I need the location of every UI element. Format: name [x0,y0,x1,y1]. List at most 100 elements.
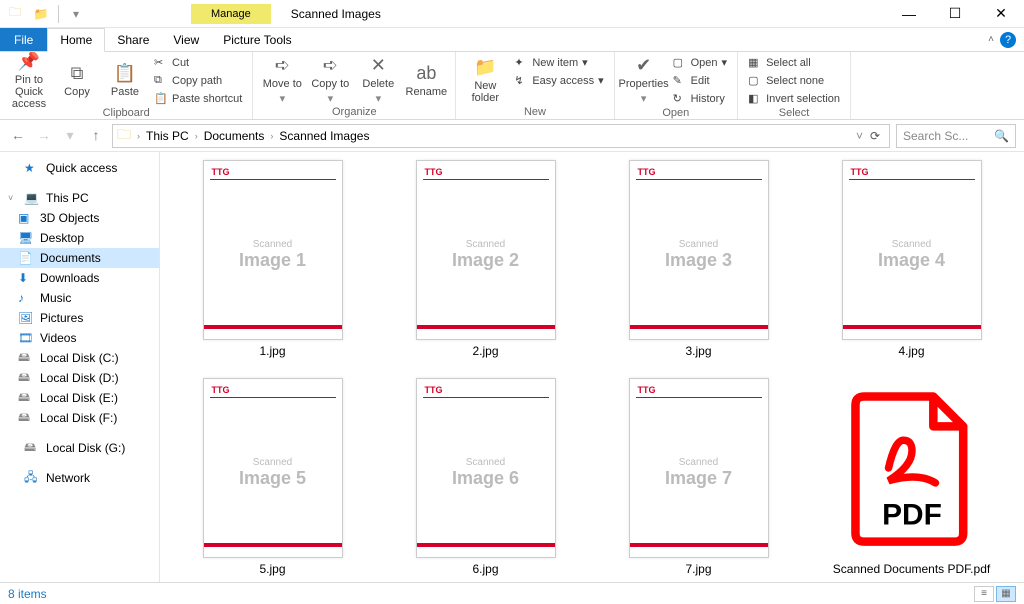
breadcrumb-item[interactable]: Documents [204,129,265,143]
chevron-right-icon[interactable]: › [133,131,144,141]
drive-icon: 🖴 [18,388,34,409]
thumbnails-view-button[interactable]: ▦ [996,586,1016,602]
properties-button[interactable]: ✔Properties▾ [621,54,667,106]
select-all-button[interactable]: ▦Select all [744,54,844,71]
sidebar-item-3d-objects[interactable]: ▣3D Objects [0,208,159,228]
sidebar-item-this-pc[interactable]: ˅ 💻 This PC [0,188,159,208]
file-item[interactable]: TTG Scanned Image 5 5.jpg [176,378,369,576]
breadcrumb-dropdown-icon[interactable]: ˅ [856,129,863,143]
move-to-button[interactable]: ➪Move to▾ [259,54,305,106]
search-input[interactable]: Search Sc... 🔍 [896,124,1016,148]
close-button[interactable]: ✕ [978,0,1024,28]
sidebar-item-quick-access[interactable]: ★ Quick access [0,158,159,178]
file-item[interactable]: TTG Scanned Image 6 6.jpg [389,378,582,576]
sidebar-item-local-disk-e[interactable]: 🖴Local Disk (E:) [0,388,159,408]
tab-home[interactable]: Home [47,28,105,52]
invert-selection-button[interactable]: ◧Invert selection [744,90,844,107]
sidebar-item-downloads[interactable]: ⬇Downloads [0,268,159,288]
context-tab-manage[interactable]: Manage [191,4,271,24]
file-item[interactable]: TTG Scanned Image 2 2.jpg [389,160,582,358]
thumb-text-small: Scanned [204,239,342,250]
thumb-text-small: Scanned [630,239,768,250]
file-name-label: 7.jpg [685,562,711,576]
forward-button[interactable]: → [34,127,54,144]
thumb-text-big: Image 3 [630,250,768,271]
minimize-button[interactable]: — [886,0,932,28]
drive-icon: 🖴 [18,408,34,429]
tab-picture-tools[interactable]: Picture Tools [211,28,303,51]
sidebar-item-local-disk-c[interactable]: 🖴Local Disk (C:) [0,348,159,368]
chevron-down-icon[interactable]: ˅ [8,193,18,203]
tab-share[interactable]: Share [105,28,161,51]
ribbon-collapse-icon[interactable]: ˄ [988,34,994,45]
tab-view[interactable]: View [161,28,211,51]
maximize-button[interactable]: ☐ [932,0,978,28]
up-button[interactable]: ↑ [86,127,106,144]
file-item[interactable]: TTG Scanned Image 7 7.jpg [602,378,795,576]
properties-icon: ✔ [636,55,651,76]
sidebar-item-videos[interactable]: 🎞Videos [0,328,159,348]
folder-icon[interactable]: 🗀 [4,3,26,25]
thumb-brand: TTG [425,385,443,395]
file-item[interactable]: TTG Scanned Image 3 3.jpg [602,160,795,358]
folder2-icon[interactable]: 📁 [30,3,52,25]
chevron-right-icon[interactable]: › [191,131,202,141]
group-label: Open [621,107,731,121]
sidebar-item-documents[interactable]: 📄Documents [0,248,159,268]
sidebar-item-music[interactable]: ♪Music [0,288,159,308]
sidebar-item-desktop[interactable]: 🖥Desktop [0,228,159,248]
thumb-text-big: Image 7 [630,468,768,489]
qat-dropdown-icon[interactable]: ▾ [65,3,87,25]
drive-icon: 🖴 [18,368,34,389]
thumb-brand: TTG [212,167,230,177]
back-button[interactable]: ← [8,127,28,144]
group-label: New [462,106,607,120]
drive-icon: 🖴 [18,348,34,369]
details-view-button[interactable]: ≡ [974,586,994,602]
file-item-pdf[interactable]: PDF Scanned Documents PDF.pdf [815,378,1008,576]
breadcrumb-item[interactable]: Scanned Images [279,129,369,143]
select-none-button[interactable]: ▢Select none [744,72,844,89]
easy-access-icon: ↯ [514,74,528,87]
sidebar-item-pictures[interactable]: 🖼Pictures [0,308,159,328]
new-item-button[interactable]: ✦New item ▾ [510,54,607,71]
pin-to-quick-access-button[interactable]: 📌 Pin to Quick access [6,54,52,106]
sidebar-item-local-disk-f[interactable]: 🖴Local Disk (F:) [0,408,159,428]
breadcrumb[interactable]: 🗀 › This PC › Documents › Scanned Images… [112,124,890,148]
edit-button[interactable]: ✎Edit [669,72,731,89]
file-thumbnail: TTG Scanned Image 7 [629,378,769,558]
thumb-text-big: Image 4 [843,250,981,271]
chevron-right-icon[interactable]: › [266,131,277,141]
select-none-icon: ▢ [748,74,762,87]
new-folder-button[interactable]: 📁New folder [462,54,508,106]
sidebar-item-network[interactable]: 🖧Network [0,468,159,488]
delete-button[interactable]: ✕Delete▾ [355,54,401,106]
sidebar-item-local-disk-g[interactable]: 🖴Local Disk (G:) [0,438,159,458]
paste-shortcut-button[interactable]: 📋Paste shortcut [150,90,246,107]
copy-path-button[interactable]: ⧉Copy path [150,72,246,89]
history-button[interactable]: ↻History [669,90,731,107]
copy-to-icon: ➪ [323,55,338,76]
sidebar-item-local-disk-d[interactable]: 🖴Local Disk (D:) [0,368,159,388]
download-icon: ⬇ [18,271,34,285]
file-list[interactable]: TTG Scanned Image 1 1.jpg TTG Scanned Im… [160,152,1024,582]
cut-button[interactable]: ✂Cut [150,54,246,71]
star-icon: ★ [24,161,40,175]
breadcrumb-item[interactable]: This PC [146,129,189,143]
tab-file[interactable]: File [0,28,47,51]
file-item[interactable]: TTG Scanned Image 4 4.jpg [815,160,1008,358]
copy-button[interactable]: ⧉ Copy [54,54,100,106]
copy-to-button[interactable]: ➪Copy to▾ [307,54,353,106]
help-icon[interactable]: ? [1000,32,1016,48]
easy-access-button[interactable]: ↯Easy access ▾ [510,72,607,89]
paste-button[interactable]: 📋 Paste [102,54,148,106]
computer-icon: 💻 [24,191,40,205]
rename-button[interactable]: abRename [403,54,449,106]
refresh-button[interactable]: ⟳ [865,129,885,143]
recent-dropdown[interactable]: ▾ [60,127,80,144]
cube-icon: ▣ [18,211,34,225]
open-button[interactable]: ▢Open ▾ [669,54,731,71]
documents-icon: 📄 [18,251,34,265]
file-item[interactable]: TTG Scanned Image 1 1.jpg [176,160,369,358]
ribbon-group-select: ▦Select all ▢Select none ◧Invert selecti… [738,52,851,119]
